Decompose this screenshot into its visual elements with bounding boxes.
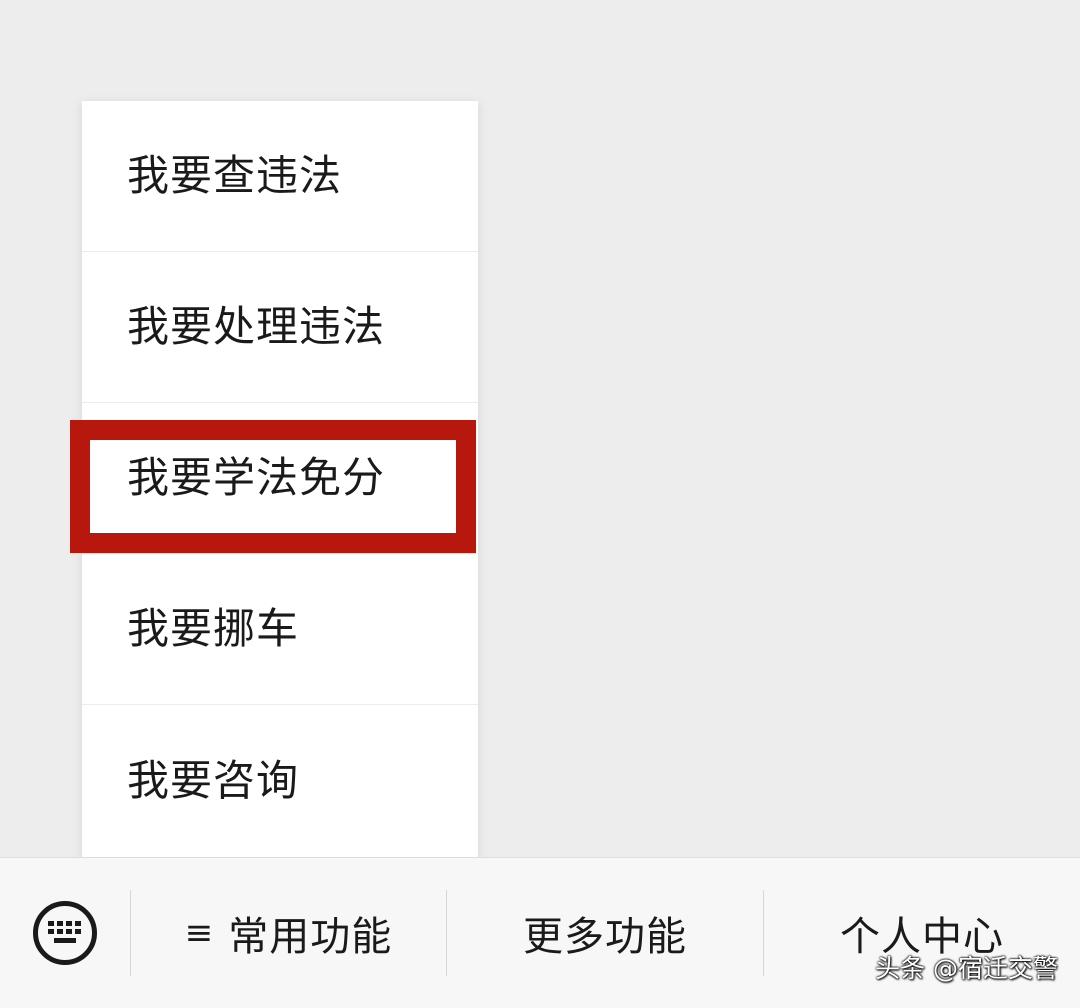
menu-item-label: 我要处理违法	[127, 302, 386, 351]
menu-item-label: 我要挪车	[127, 604, 300, 653]
tab-more-functions[interactable]: 更多功能	[447, 858, 763, 1008]
tab-personal-center[interactable]: 个人中心	[764, 858, 1080, 1008]
menu-item-move-car[interactable]: 我要挪车	[82, 554, 478, 705]
tab-label: 更多功能	[523, 914, 687, 960]
watermark: 头条 @宿迁交警	[875, 954, 1058, 983]
menu-lines-icon: ≡	[184, 913, 215, 953]
menu-item-label: 我要查违法	[127, 151, 343, 200]
keyboard-icon	[33, 901, 97, 965]
keyboard-toggle-button[interactable]	[0, 858, 130, 1008]
menu-item-check-violations[interactable]: 我要查违法	[82, 101, 478, 252]
submenu-popup: 我要查违法 我要处理违法 我要学法免分 我要挪车 我要咨询	[82, 101, 478, 857]
bottom-menu-bar: ≡ 常用功能 更多功能 个人中心	[0, 857, 1080, 1008]
tab-common-functions[interactable]: ≡ 常用功能	[131, 858, 446, 1008]
menu-item-handle-violations[interactable]: 我要处理违法	[82, 252, 478, 403]
menu-item-study-to-waive-points[interactable]: 我要学法免分	[82, 403, 478, 554]
menu-item-consult[interactable]: 我要咨询	[82, 705, 478, 857]
menu-item-label: 我要学法免分	[127, 453, 386, 502]
menu-item-label: 我要咨询	[127, 756, 300, 805]
tab-label: 常用功能	[228, 914, 393, 960]
